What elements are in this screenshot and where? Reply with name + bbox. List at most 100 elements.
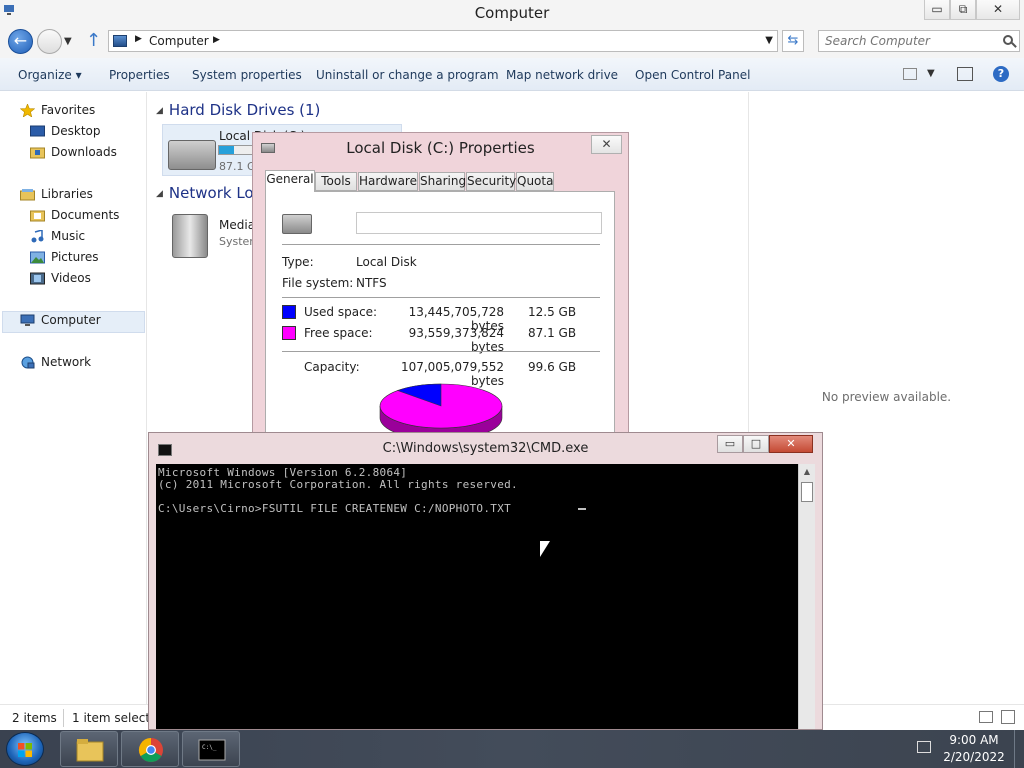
tab-hardware[interactable]: Hardware [358,172,418,191]
status-divider [63,709,64,727]
scroll-up-icon[interactable]: ▲ [799,464,815,480]
clock-date: 2/20/2022 [943,750,1005,764]
maximize-button[interactable]: ⧉ [950,0,976,20]
divider [282,297,600,298]
cmd-maximize-button[interactable]: □ [743,435,769,453]
tab-quota[interactable]: Quota [516,172,554,191]
recent-pages-dropdown[interactable]: ▼ [64,36,72,47]
free-space-bytes: 93,559,373,824 bytes [408,326,504,354]
capacity-label: Capacity: [304,360,360,374]
libraries-icon [20,189,35,201]
help-icon[interactable]: ? [993,66,1009,82]
taskbar-chrome[interactable] [121,731,179,767]
hard-drive-icon [282,214,312,234]
tab-sharing[interactable]: Sharing [419,172,466,191]
item-count: 2 items [12,711,57,725]
up-button[interactable]: ↑ [86,30,101,51]
details-view-icon[interactable] [979,711,993,723]
taskbar-file-explorer[interactable] [60,731,118,767]
hard-drive-icon[interactable] [168,140,216,170]
text-cursor [578,508,586,510]
clock-time: 9:00 AM [949,733,999,747]
dialog-title: Local Disk (C:) Properties [346,139,535,157]
search-icon[interactable] [1003,35,1013,45]
cmd-minimize-button[interactable]: ▭ [717,435,743,453]
close-button[interactable]: ✕ [976,0,1020,20]
network-status-icon[interactable] [917,741,931,753]
refresh-button[interactable]: ⇆ [782,30,804,52]
file-explorer-icon [76,739,104,762]
free-space-swatch [282,326,296,340]
large-icons-view-icon[interactable] [1001,710,1015,724]
scroll-thumb[interactable] [801,482,813,502]
music-icon [31,230,44,243]
address-bar[interactable]: ▶ Computer ▶ ▼ [108,30,778,52]
computer-icon [113,35,127,47]
windows-logo-icon [18,743,32,757]
search-input[interactable] [825,33,995,49]
open-control-panel-button[interactable]: Open Control Panel [635,68,750,82]
cmd-window: C:\Windows\system32\CMD.exe ▭ □ ✕ Micros… [148,432,823,730]
command-bar: Organize ▾ Properties System properties … [0,58,1024,91]
star-icon [20,104,35,117]
group-header-hard-disk-drives[interactable]: ◢ Hard Disk Drives (1) [156,101,320,119]
breadcrumb-separator-icon[interactable]: ▶ [135,34,142,44]
organize-button[interactable]: Organize ▾ [18,68,82,82]
search-box[interactable] [818,30,1020,52]
volume-label-field[interactable] [356,212,602,234]
taskbar-cmd[interactable]: C:\_ [182,731,240,767]
address-history-dropdown[interactable]: ▼ [765,35,773,46]
clock[interactable]: 9:00 AM 2/20/2022 [930,730,1014,768]
tab-security[interactable]: Security [466,172,516,191]
drive-usage-fill [219,146,235,154]
cmd-scrollbar[interactable]: ▲ [798,464,815,729]
uninstall-program-button[interactable]: Uninstall or change a program [316,68,499,82]
navigation-pane: Favorites Desktop Downloads Libraries Do… [0,92,147,704]
map-network-drive-button[interactable]: Map network drive [506,68,618,82]
cmd-icon: C:\_ [198,739,226,761]
drive-free-space: 87.1 G [219,160,256,173]
window-title: Computer [474,4,550,22]
network-icon [21,356,35,369]
breadcrumb-computer[interactable]: Computer [149,34,209,48]
console-output[interactable]: Microsoft Windows [Version 6.2.8064] (c)… [156,464,798,729]
media-item-name[interactable]: Media [219,218,255,232]
divider [282,351,600,352]
media-server-icon[interactable] [172,214,208,258]
properties-button[interactable]: Properties [109,68,170,82]
properties-dialog: Local Disk (C:) Properties ✕ General Too… [252,132,629,442]
free-space-gb: 87.1 GB [528,326,577,340]
file-system-label: File system: [282,276,354,290]
back-button[interactable]: ← [8,29,33,54]
system-properties-button[interactable]: System properties [192,68,302,82]
collapse-arrow-icon[interactable]: ◢ [156,189,163,199]
group-header-network-locations[interactable]: ◢ Network Loc [156,184,262,202]
general-panel: Type: Local Disk File system: NTFS Used … [265,191,615,441]
capacity-gb: 99.6 GB [528,360,577,374]
view-options-dropdown[interactable]: ▼ [927,68,935,79]
downloads-folder-icon [30,147,45,159]
documents-icon [30,210,45,222]
preview-pane-icon[interactable] [957,67,973,81]
explorer-titlebar[interactable]: Computer ▭ ⧉ ✕ [0,0,1024,26]
tab-general[interactable]: General [265,170,315,192]
forward-button[interactable] [37,29,62,54]
show-desktop-button[interactable] [1014,730,1024,768]
minimize-button[interactable]: ▭ [924,0,950,20]
desktop-icon [30,125,45,137]
free-space-label: Free space: [304,326,373,340]
breadcrumb-separator-icon[interactable]: ▶ [213,35,220,45]
svg-text:C:\_: C:\_ [202,744,217,751]
tab-tools[interactable]: Tools [315,172,357,191]
start-button[interactable] [6,732,44,766]
console-prompt-line: C:\Users\Cirno>FSUTIL FILE CREATENEW C:/… [158,502,512,515]
computer-icon [20,314,35,326]
address-row: ← ▼ ↑ ▶ Computer ▶ ▼ ⇆ [0,26,1024,58]
collapse-arrow-icon[interactable]: ◢ [156,106,163,116]
cmd-close-button[interactable]: ✕ [769,435,813,453]
console-line: (c) 2011 Microsoft Corporation. All righ… [158,478,518,491]
file-system-value: NTFS [356,276,387,290]
change-view-icon[interactable] [903,68,917,80]
taskbar: C:\_ 9:00 AM 2/20/2022 [0,730,1024,768]
dialog-close-button[interactable]: ✕ [591,135,622,154]
